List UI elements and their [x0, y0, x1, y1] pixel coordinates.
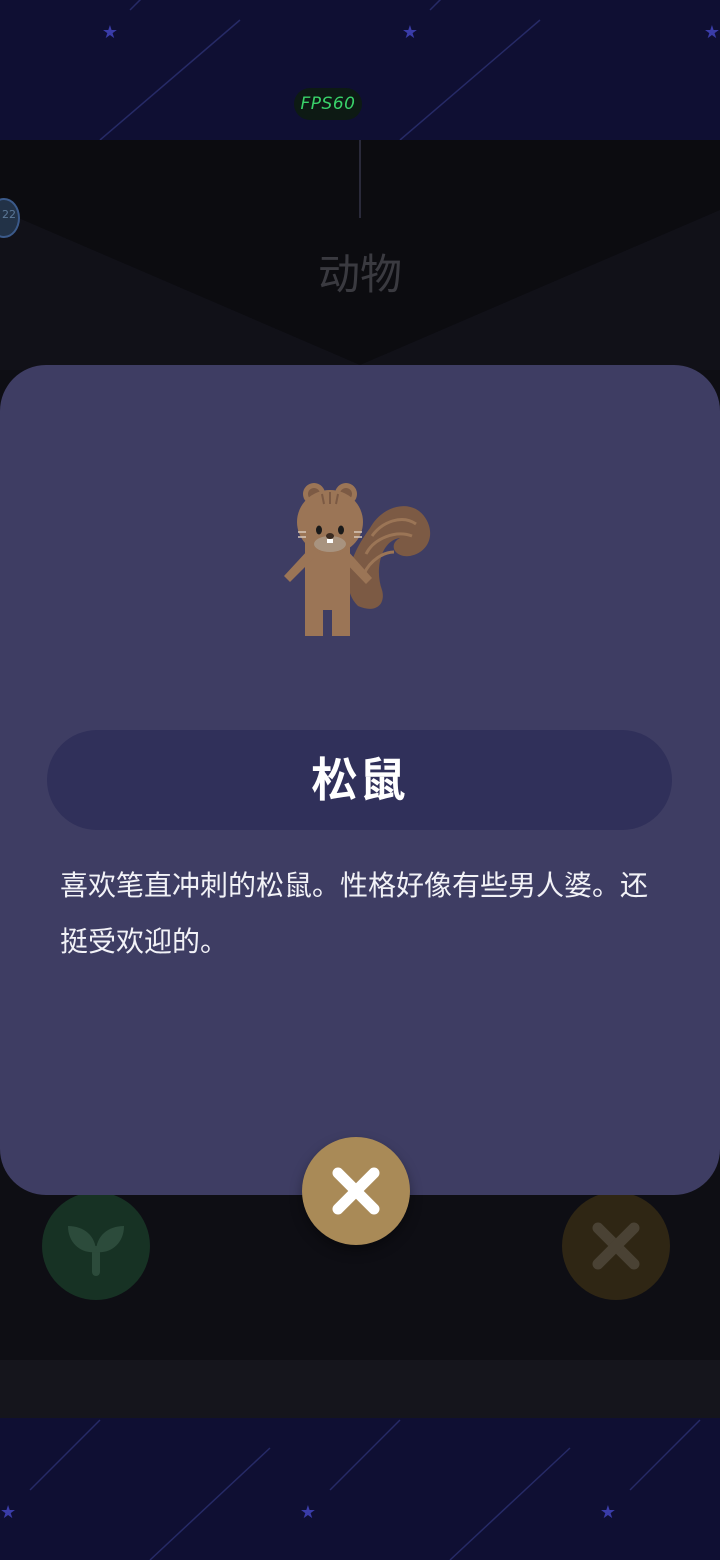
fps-counter: FPS60 — [294, 88, 362, 120]
close-icon — [332, 1167, 380, 1215]
bottom-bar — [0, 1360, 720, 1418]
svg-text:★: ★ — [704, 22, 720, 43]
close-modal-button[interactable] — [302, 1137, 410, 1245]
category-title: 动物 — [317, 250, 402, 299]
squirrel-illustration — [284, 483, 431, 636]
svg-text:★: ★ — [402, 22, 418, 43]
top-sky-background: ★ ★ ★ — [0, 0, 720, 140]
animal-description: 喜欢笔直冲刺的松鼠。性格好像有些男人婆。还挺受欢迎的。 — [60, 869, 649, 958]
svg-text:★: ★ — [0, 1502, 16, 1523]
center-divider — [359, 140, 361, 218]
sprout-icon — [68, 1226, 124, 1276]
close-icon — [592, 1222, 640, 1270]
svg-text:★: ★ — [600, 1502, 616, 1523]
starfield: ★ ★ ★ — [99, 0, 720, 140]
svg-text:★: ★ — [102, 22, 118, 43]
sprout-button[interactable] — [42, 1192, 150, 1300]
starfield-bottom: ★ ★ ★ — [0, 1419, 701, 1560]
svg-text:★: ★ — [300, 1502, 316, 1523]
background-close-button[interactable] — [562, 1192, 670, 1300]
animal-name: 松鼠 — [47, 730, 672, 830]
bottom-sky-background: ★ ★ ★ — [0, 1418, 720, 1560]
